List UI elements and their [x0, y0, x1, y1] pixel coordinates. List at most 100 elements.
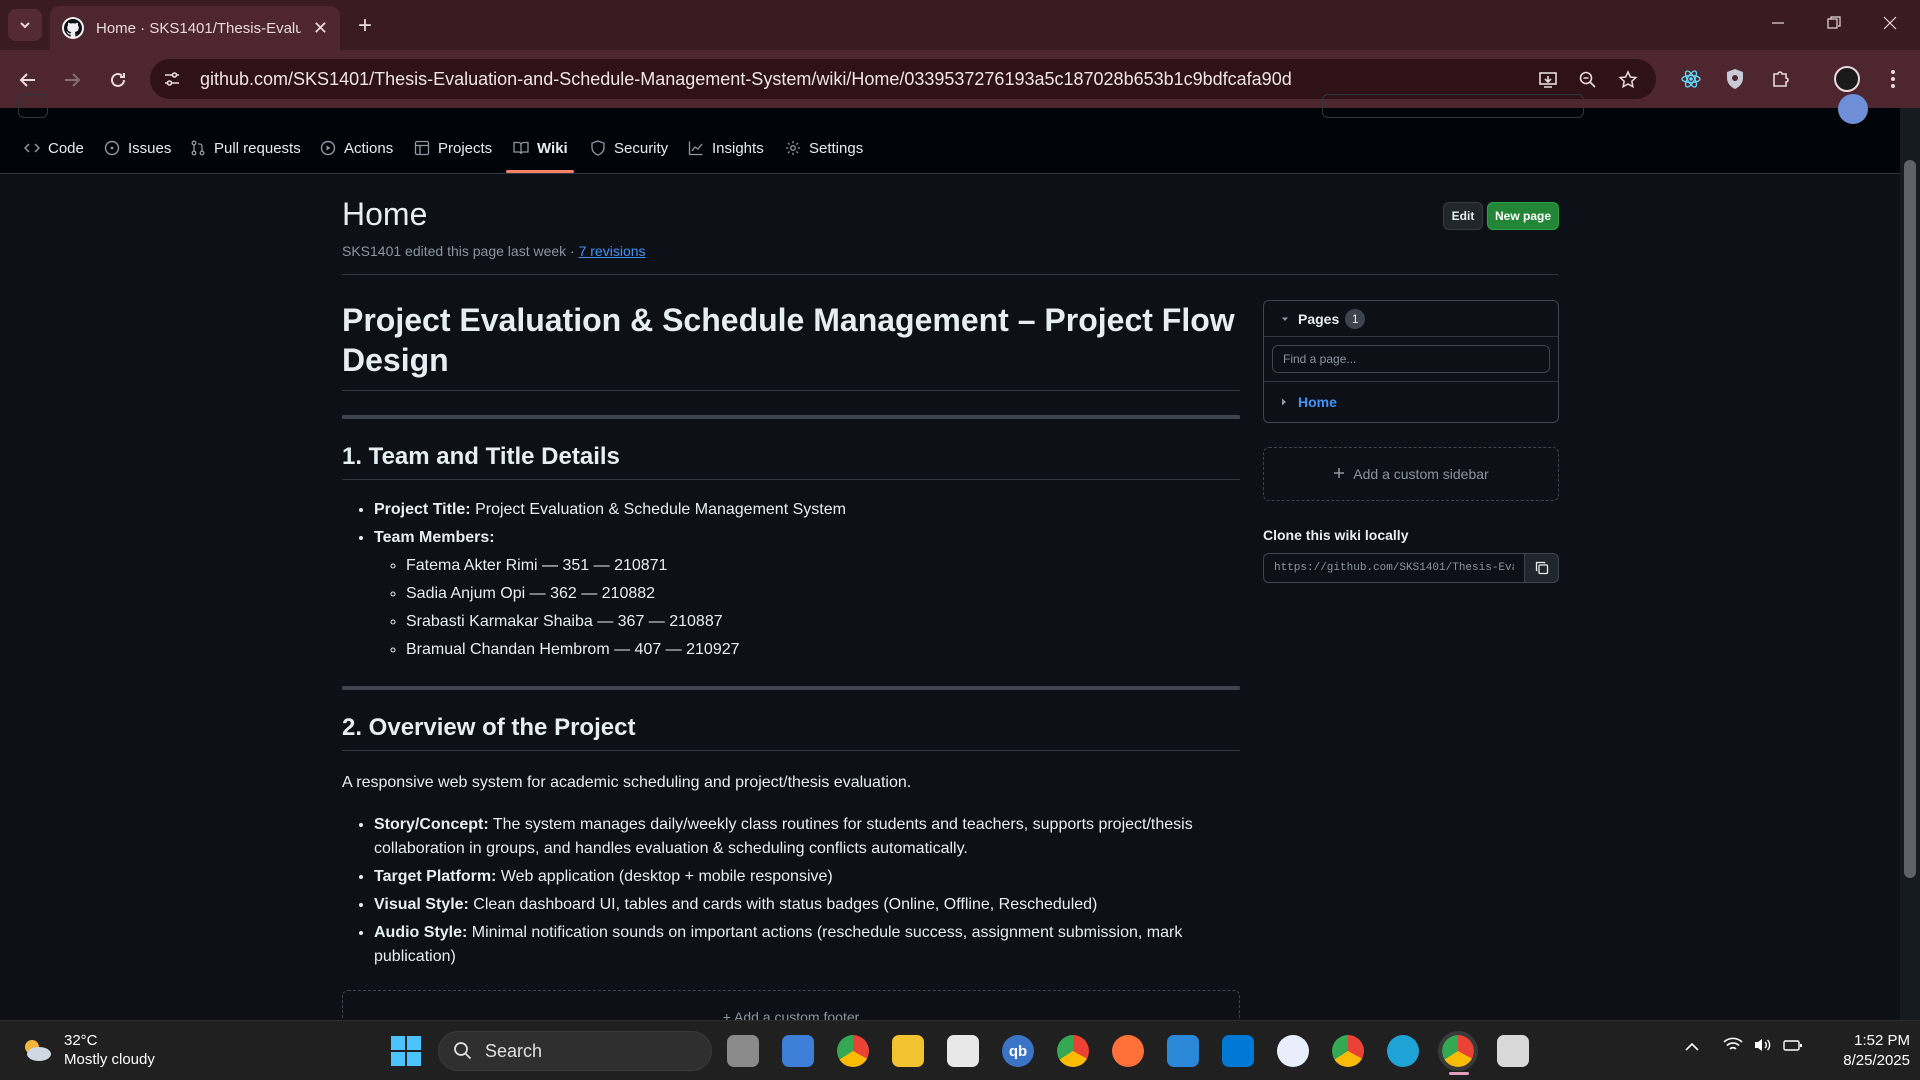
vscode-icon[interactable] — [1222, 1035, 1254, 1067]
weather-temperature: 32°C — [64, 1032, 98, 1049]
shield-extension-icon[interactable] — [1722, 66, 1748, 92]
list-item-text: Minimal notification sounds on important… — [374, 924, 1183, 965]
pages-filter-wrap — [1264, 337, 1558, 382]
photos-app-icon[interactable] — [782, 1035, 814, 1067]
list-item-text: Web application (desktop + mobile respon… — [496, 868, 833, 885]
microsoft-store-icon[interactable] — [947, 1035, 979, 1067]
repo-nav-issues[interactable]: Issues — [104, 132, 171, 164]
windows-taskbar: 32°C Mostly cloudy Search qb 1:52 PM 8/2… — [0, 1020, 1920, 1080]
profile-avatar[interactable] — [1834, 66, 1860, 92]
site-info-icon[interactable] — [154, 61, 190, 97]
close-window-button[interactable] — [1862, 0, 1918, 46]
clone-label: Clone this wiki locally — [1263, 527, 1409, 543]
repo-nav: Code Issues Pull requests Actions Projec… — [0, 94, 1900, 174]
browser-tabstrip: Home · SKS1401/Thesis-Evaluat ✕ + — [0, 0, 1920, 50]
forward-button[interactable] — [56, 64, 88, 96]
browser-menu-icon[interactable] — [1880, 66, 1906, 92]
copy-button[interactable] — [1525, 553, 1559, 583]
page-link-label: Home — [1298, 394, 1337, 410]
new-tab-button[interactable]: + — [350, 12, 380, 40]
react-devtools-icon[interactable] — [1678, 66, 1704, 92]
tab-close-icon[interactable]: ✕ — [313, 18, 328, 39]
arrow-left-icon — [19, 73, 35, 87]
taskbar-search[interactable]: Search — [438, 1031, 712, 1071]
repo-nav-code-label: Code — [48, 139, 84, 157]
firefox-icon[interactable] — [1112, 1035, 1144, 1067]
battery-icon[interactable] — [1783, 1037, 1803, 1058]
address-bar[interactable]: github.com/SKS1401/Thesis-Evaluation-and… — [150, 59, 1656, 99]
start-button[interactable] — [390, 1035, 422, 1067]
repo-nav-settings-label: Settings — [809, 139, 864, 157]
clone-url-input[interactable] — [1263, 553, 1525, 583]
restore-button[interactable] — [1806, 0, 1862, 46]
repo-nav-actions[interactable]: Actions — [320, 132, 393, 164]
page-link-home[interactable]: Home — [1264, 382, 1558, 422]
reload-button[interactable] — [102, 64, 134, 96]
gear-icon — [786, 141, 800, 155]
clock-time: 1:52 PM — [1854, 1032, 1910, 1049]
chevron-up-icon[interactable] — [1685, 1039, 1699, 1057]
extensions-puzzle-icon[interactable] — [1768, 66, 1794, 92]
table-icon — [414, 140, 430, 156]
repo-nav-code[interactable]: Code — [24, 132, 84, 164]
repo-nav-settings[interactable]: Settings — [785, 132, 863, 164]
app-store-icon[interactable] — [1277, 1035, 1309, 1067]
qbittorrent-icon[interactable]: qb — [1002, 1035, 1034, 1067]
scrollbar-thumb[interactable] — [1904, 160, 1916, 878]
find-page-input[interactable] — [1272, 345, 1550, 373]
pages-label: Pages — [1298, 310, 1340, 327]
tab-search-button[interactable] — [8, 9, 42, 41]
list-item-label: Team Members: — [374, 529, 495, 546]
repo-nav-wiki[interactable]: Wiki — [513, 132, 568, 164]
new-page-button[interactable]: New page — [1487, 202, 1559, 230]
pages-toggle[interactable]: Pages 1 — [1264, 301, 1558, 337]
copy-icon — [1535, 561, 1548, 575]
chrome-active-icon[interactable] — [1438, 1031, 1478, 1071]
hamburger-button-partial[interactable] — [18, 94, 48, 118]
overview-intro: A responsive web system for academic sch… — [342, 774, 912, 791]
url-text: github.com/SKS1401/Thesis-Evaluation-and… — [200, 68, 1292, 89]
revisions-link[interactable]: 7 revisions — [579, 243, 646, 259]
section-heading-team: 1. Team and Title Details — [342, 443, 1240, 480]
repo-nav-projects[interactable]: Projects — [414, 132, 492, 164]
chrome-icon[interactable] — [1057, 1035, 1089, 1067]
team-member: Sadia Anjum Opi — 362 — 210882 — [406, 582, 1240, 606]
back-button[interactable] — [12, 64, 44, 96]
minimize-button[interactable] — [1750, 0, 1806, 46]
horizontal-rule — [342, 686, 1240, 690]
app-window-icon[interactable] — [1167, 1035, 1199, 1067]
pages-count-badge: 1 — [1345, 308, 1366, 329]
snipping-tool-icon[interactable] — [1497, 1035, 1529, 1067]
weather-widget[interactable]: 32°C Mostly cloudy — [20, 1031, 155, 1069]
shield-icon — [591, 140, 605, 156]
list-item-text: The system manages daily/weekly class ro… — [374, 816, 1193, 857]
list-item: Audio Style: Minimal notification sounds… — [374, 921, 1240, 969]
clock[interactable]: 1:52 PM 8/25/2025 — [1810, 1031, 1910, 1071]
repo-nav-pull-requests[interactable]: Pull requests — [190, 132, 301, 164]
edge-icon[interactable] — [1387, 1035, 1419, 1067]
browser-tab-active[interactable]: Home · SKS1401/Thesis-Evaluat ✕ — [50, 6, 340, 50]
clone-row — [1263, 553, 1559, 583]
doc-heading: Project Evaluation & Schedule Management… — [342, 300, 1240, 391]
add-custom-sidebar[interactable]: Add a custom sidebar — [1263, 447, 1559, 501]
install-app-icon[interactable] — [1536, 68, 1560, 92]
repo-nav-projects-label: Projects — [438, 139, 493, 157]
chrome-profile-icon[interactable] — [837, 1035, 869, 1067]
page-meta-text: SKS1401 edited this page last week · — [342, 243, 579, 259]
wifi-icon[interactable] — [1723, 1037, 1743, 1058]
chrome-alt-icon[interactable] — [1332, 1035, 1364, 1067]
star-icon[interactable] — [1616, 68, 1640, 92]
volume-icon[interactable] — [1753, 1037, 1773, 1058]
global-search-partial[interactable] — [1322, 94, 1584, 118]
zoom-icon[interactable] — [1576, 68, 1600, 92]
file-explorer-icon[interactable] — [892, 1035, 924, 1067]
triangle-right-icon[interactable] — [1280, 394, 1288, 410]
wiki-sidebar: Pages 1 Home Add a custom sidebar Clone … — [1263, 300, 1559, 583]
page-meta: SKS1401 edited this page last week · 7 r… — [342, 243, 1558, 259]
edit-button[interactable]: Edit — [1443, 202, 1483, 230]
repo-nav-security[interactable]: Security — [590, 132, 668, 164]
search-icon — [454, 1042, 472, 1060]
repo-nav-insights[interactable]: Insights — [688, 132, 764, 164]
task-view-icon[interactable] — [727, 1035, 759, 1067]
user-avatar-partial[interactable] — [1838, 94, 1868, 124]
